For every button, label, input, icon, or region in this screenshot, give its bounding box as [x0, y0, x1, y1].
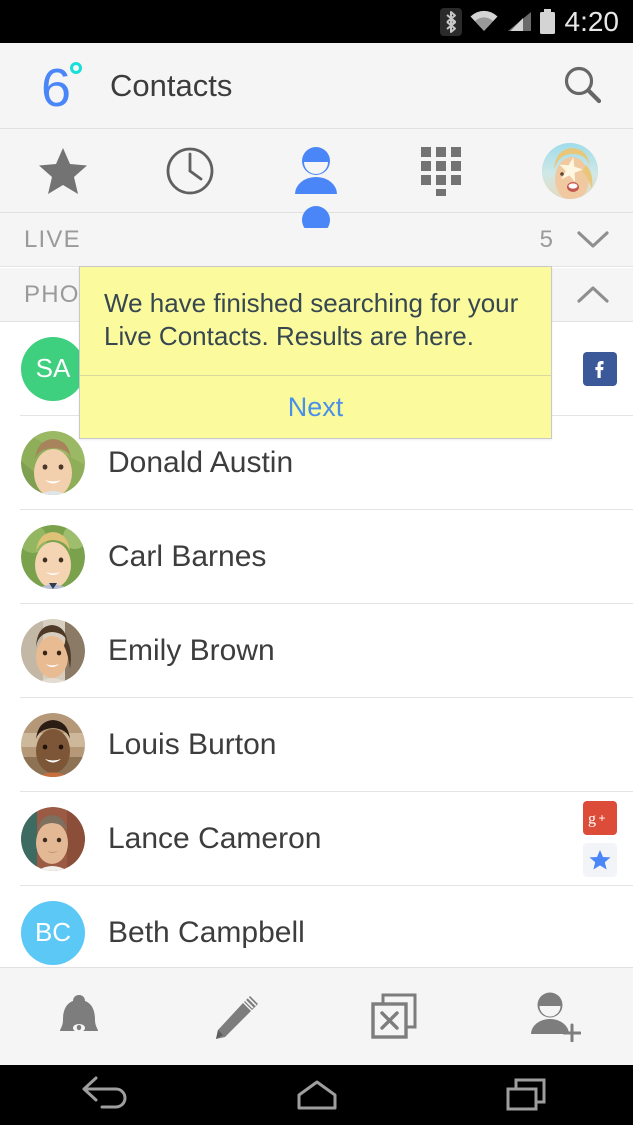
logo-six-glyph: 6	[40, 57, 72, 118]
coachmark-message: We have finished searching for your Live…	[80, 267, 551, 377]
person-icon	[292, 146, 340, 196]
star-badge-icon[interactable]	[583, 842, 617, 877]
avatar: BC	[21, 900, 85, 965]
table-row[interactable]: Carl Barnes	[0, 510, 633, 604]
facebook-badge-icon[interactable]	[583, 351, 617, 386]
contact-name: Lance Cameron	[108, 821, 322, 855]
add-contact-button[interactable]	[475, 968, 633, 1066]
clock-icon	[165, 146, 215, 196]
tab-dialpad[interactable]	[380, 129, 507, 213]
tab-favorites[interactable]	[0, 129, 127, 213]
avatar	[21, 430, 85, 495]
avatar	[21, 712, 85, 777]
person-add-icon	[527, 992, 581, 1042]
bell-icon	[55, 992, 103, 1042]
svg-text:+: +	[599, 811, 606, 825]
back-arrow-icon	[78, 1075, 134, 1115]
table-row[interactable]: BC Beth Campbell	[0, 886, 633, 967]
avatar: SA	[21, 336, 85, 401]
app-bar: 6 Contacts	[0, 43, 633, 129]
contact-badges: g +	[583, 800, 617, 877]
pencil-icon	[212, 992, 262, 1042]
contact-name: Donald Austin	[108, 445, 294, 479]
table-row[interactable]: Emily Brown	[0, 604, 633, 698]
wifi-icon	[469, 10, 499, 34]
google-plus-badge-icon[interactable]: g +	[583, 800, 617, 835]
nav-recents-button[interactable]	[422, 1065, 633, 1125]
table-row[interactable]: Lance Cameron g +	[0, 792, 633, 886]
star-icon	[37, 146, 89, 196]
contact-name: Louis Burton	[108, 727, 277, 761]
duplicates-button[interactable]	[317, 968, 475, 1066]
compose-button[interactable]	[158, 968, 316, 1066]
logo-degree-dot-icon	[70, 61, 82, 74]
coachmark-next-button[interactable]: Next	[80, 376, 551, 438]
avatar	[21, 806, 85, 871]
search-icon[interactable]	[557, 60, 609, 112]
status-bar-clock: 4:20	[564, 5, 620, 37]
cellular-signal-icon	[506, 10, 532, 34]
six-degrees-logo[interactable]: 6	[26, 56, 86, 116]
bluetooth-icon	[439, 7, 462, 36]
contact-name: Carl Barnes	[108, 539, 267, 573]
section-label-live: LIVE	[24, 225, 81, 253]
status-bar-icons	[439, 7, 556, 36]
battery-icon	[539, 8, 556, 35]
chevron-up-icon[interactable]	[567, 284, 619, 306]
notifications-button[interactable]	[0, 968, 158, 1066]
tab-profile[interactable]	[506, 129, 633, 213]
contacts-app-screen: 4:20 6 Contacts LIVE 5 PHONE SA Donald A…	[0, 0, 633, 1125]
avatar-initials: SA	[21, 336, 85, 401]
home-icon	[289, 1075, 345, 1115]
avatar	[21, 524, 85, 589]
duplicate-x-icon	[370, 993, 422, 1041]
dialpad-icon	[420, 146, 466, 196]
nav-back-button[interactable]	[0, 1065, 211, 1125]
table-row[interactable]: Louis Burton	[0, 698, 633, 792]
contact-name: Beth Campbell	[108, 915, 305, 949]
page-title: Contacts	[110, 67, 233, 103]
user-avatar-photo	[541, 142, 598, 199]
live-contacts-coachmark: We have finished searching for your Live…	[79, 266, 552, 440]
android-status-bar: 4:20	[0, 0, 633, 43]
contact-name: Emily Brown	[108, 633, 275, 667]
section-header-live[interactable]: LIVE 5	[0, 213, 633, 267]
tab-recents[interactable]	[127, 129, 254, 213]
svg-text:g: g	[588, 810, 596, 827]
bottom-toolbar	[0, 967, 633, 1065]
recents-icon	[500, 1075, 556, 1115]
avatar-initials: BC	[21, 900, 85, 965]
chevron-down-icon[interactable]	[567, 229, 619, 251]
section-count-live: 5	[539, 225, 553, 253]
nav-home-button[interactable]	[211, 1065, 422, 1125]
avatar	[21, 618, 85, 683]
tab-bar	[0, 129, 633, 228]
contact-badges	[583, 351, 617, 386]
android-nav-bar	[0, 1065, 633, 1125]
tab-contacts[interactable]	[253, 129, 380, 228]
